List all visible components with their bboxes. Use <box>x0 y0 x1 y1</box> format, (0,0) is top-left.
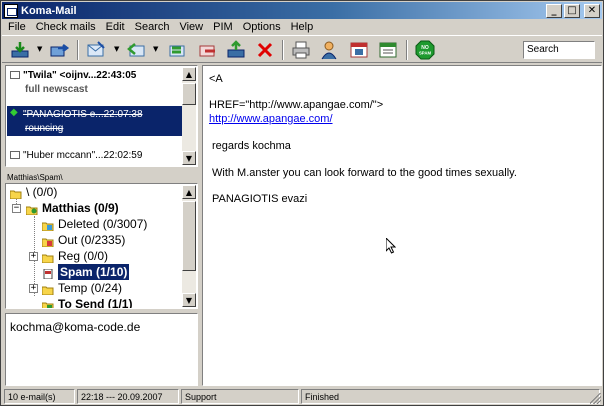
scroll-down-button[interactable]: ▼ <box>182 293 196 307</box>
folder-icon <box>41 251 54 264</box>
envelope-icon <box>10 151 20 159</box>
mouse-cursor-icon <box>386 238 396 254</box>
minimize-button[interactable]: _ <box>546 3 562 18</box>
receive-mail-icon[interactable] <box>10 40 30 60</box>
message-subject: rouncing <box>25 123 64 134</box>
scroll-thumb[interactable] <box>182 201 196 271</box>
contacts-icon[interactable] <box>319 40 339 60</box>
menu-help[interactable]: Help <box>285 21 318 33</box>
body-line: <A <box>209 73 223 85</box>
folder-label: To Send (1/1) <box>58 297 133 309</box>
folder-tree: \ (0/0) − Matthias (0/9) Deleted (0/3007… <box>5 183 198 309</box>
folder-label: Matthias (0/9) <box>42 201 119 215</box>
app-window: Koma-Mail _ □ ✕ File Check mails Edit Se… <box>0 0 604 406</box>
scroll-down-button[interactable]: ▼ <box>182 151 196 165</box>
outbox-folder-icon <box>41 235 54 248</box>
folder-path: Matthias\Spam\ <box>7 173 63 182</box>
menu-search[interactable]: Search <box>129 21 174 33</box>
toolbar-separator <box>77 40 79 60</box>
reply-all-icon[interactable] <box>166 40 186 60</box>
folder-label: Deleted (0/3007) <box>58 217 148 231</box>
forward-icon[interactable] <box>198 40 218 60</box>
receive-dropdown-icon[interactable]: ▼ <box>37 46 43 53</box>
status-datetime: 22:18 --- 20.09.2007 <box>77 389 179 404</box>
body-line: regards kochma <box>212 140 291 152</box>
trash-folder-icon <box>41 219 54 232</box>
account-folder-icon <box>25 203 38 216</box>
delete-icon[interactable] <box>255 40 275 60</box>
folder-label: Spam (1/10) <box>58 264 130 280</box>
folder-label: Reg (0/0) <box>58 249 109 263</box>
attachment-icon[interactable] <box>226 40 246 60</box>
scroll-up-button[interactable]: ▲ <box>182 67 196 81</box>
new-mail-dropdown-icon[interactable]: ▼ <box>114 46 120 53</box>
svg-text:SPAM: SPAM <box>419 51 432 56</box>
body-line: PANAGIOTIS evazi <box>212 193 308 205</box>
expand-icon[interactable]: + <box>29 284 38 293</box>
send-folder-icon <box>41 299 54 308</box>
menu-options[interactable]: Options <box>237 21 285 33</box>
body-line: With M.anster you can look forward to th… <box>212 167 517 179</box>
message-item[interactable]: "Huber mccann"...22:02:59 <box>7 147 182 166</box>
close-button[interactable]: ✕ <box>584 3 600 18</box>
calendar-icon[interactable] <box>349 40 369 60</box>
toolbar-separator <box>406 40 408 60</box>
toolbar-separator <box>282 40 284 60</box>
message-subject: full newscast <box>25 84 88 95</box>
layout-icon[interactable] <box>378 40 398 60</box>
menu-check-mails[interactable]: Check mails <box>30 21 100 33</box>
message-item-selected[interactable]: ◆ "PANAGIOTIS e...22:07:38 rouncing <box>7 106 182 136</box>
resize-grip-icon[interactable] <box>590 393 601 404</box>
menu-pim[interactable]: PIM <box>207 21 237 33</box>
maximize-button[interactable]: □ <box>564 3 580 18</box>
menu-edit[interactable]: Edit <box>100 21 129 33</box>
contact-note[interactable]: kochma@koma-code.de <box>5 313 198 386</box>
body-link[interactable]: http://www.apangae.com/ <box>209 113 333 125</box>
window-title: Koma-Mail <box>21 4 77 17</box>
menu-bar: File Check mails Edit Search View PIM Op… <box>2 19 602 35</box>
reply-dropdown-icon[interactable]: ▼ <box>153 46 159 53</box>
spam-folder-icon <box>42 267 54 280</box>
toolbar: ▼ ▼ ▼ NO SPAM Search <box>2 35 602 63</box>
status-bar: 10 e-mail(s) 22:18 --- 20.09.2007 Suppor… <box>2 389 602 405</box>
folder-open-icon <box>9 187 22 200</box>
folder-label: \ (0/0) <box>26 185 58 199</box>
body-line: HREF="http://www.apangae.com/"> <box>209 99 384 111</box>
no-spam-icon[interactable]: NO SPAM <box>415 40 435 60</box>
folder-icon <box>41 283 54 296</box>
message-header: "Twila" <oijnv...22:43:05 <box>23 70 137 81</box>
message-header: "PANAGIOTIS e...22:07:38 <box>23 109 143 120</box>
folder-label: Temp (0/24) <box>58 281 123 295</box>
folder-tree-scrollbar[interactable]: ▲ ▼ <box>182 185 196 307</box>
note-text: kochma@koma-code.de <box>10 320 141 334</box>
message-header: "Huber mccann"...22:02:59 <box>23 150 143 161</box>
search-input[interactable]: Search <box>523 41 595 59</box>
menu-file[interactable]: File <box>2 21 30 33</box>
title-bar[interactable]: Koma-Mail _ □ ✕ <box>2 2 602 19</box>
print-icon[interactable] <box>291 40 311 60</box>
new-mail-icon[interactable] <box>86 40 106 60</box>
message-view[interactable]: <A HREF="http://www.apangae.com/"> http:… <box>202 65 602 386</box>
app-mail-icon <box>4 3 18 18</box>
expand-icon[interactable]: + <box>29 252 38 261</box>
reply-icon[interactable] <box>126 40 146 60</box>
scroll-thumb[interactable] <box>182 83 196 105</box>
status-count: 10 e-mail(s) <box>4 389 75 404</box>
message-list: "Twila" <oijnv...22:43:05 full newscast … <box>5 65 198 167</box>
collapse-icon[interactable]: − <box>12 204 21 213</box>
send-mail-icon[interactable] <box>50 40 70 60</box>
status-state: Finished <box>301 389 600 404</box>
menu-view[interactable]: View <box>173 21 207 33</box>
message-list-scrollbar[interactable]: ▲ ▼ <box>182 67 196 165</box>
scroll-up-button[interactable]: ▲ <box>182 185 196 199</box>
message-item[interactable]: "Twila" <oijnv...22:43:05 full newscast <box>7 67 182 97</box>
envelope-icon <box>10 71 20 79</box>
status-support[interactable]: Support <box>181 389 299 404</box>
spam-marker-icon: ◆ <box>10 107 18 118</box>
folder-label: Out (0/2335) <box>58 233 126 247</box>
